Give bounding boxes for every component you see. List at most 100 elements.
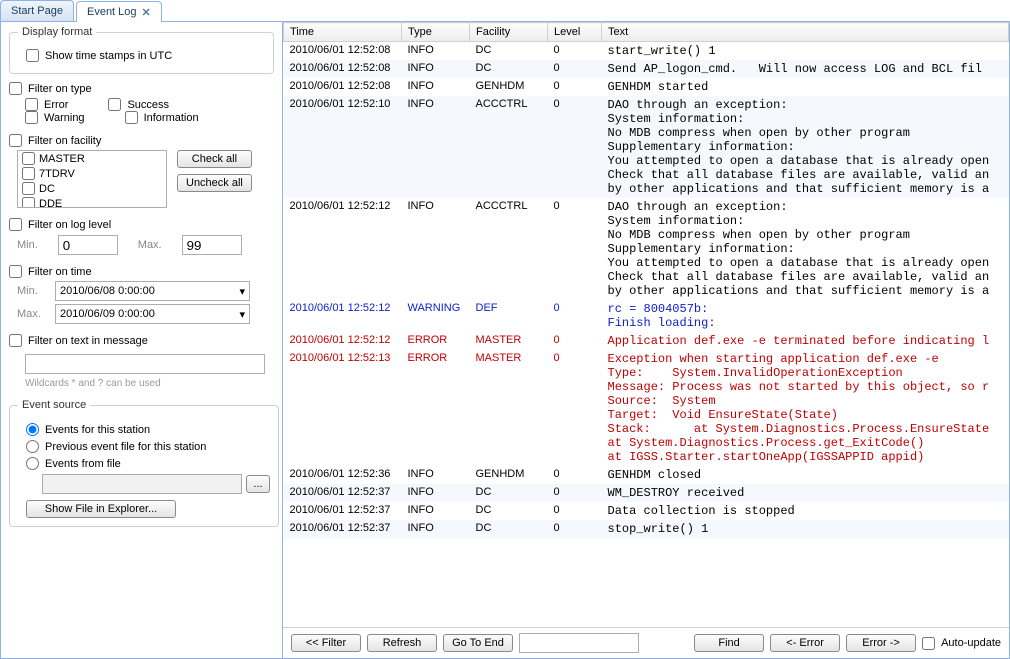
- facility-item[interactable]: DC: [18, 181, 166, 196]
- filter-text-hint: Wildcards * and ? can be used: [25, 378, 274, 389]
- level-max-input[interactable]: [182, 235, 242, 255]
- table-row[interactable]: 2010/06/01 12:52:08INFOGENHDM0GENHDM sta…: [284, 78, 1009, 96]
- table-row[interactable]: 2010/06/01 12:52:08INFODC0start_write() …: [284, 42, 1009, 61]
- col-level[interactable]: Level: [548, 23, 602, 42]
- table-row[interactable]: 2010/06/01 12:52:10INFOACCCTRL0DAO throu…: [284, 96, 1009, 198]
- facility-list[interactable]: MASTER7TDRVDC DDE: [17, 150, 167, 208]
- table-row[interactable]: 2010/06/01 12:52:08INFODC0Send AP_logon_…: [284, 60, 1009, 78]
- filter-type-title: Filter on type: [28, 83, 92, 95]
- table-row[interactable]: 2010/06/01 12:52:13ERRORMASTER0Exception…: [284, 350, 1009, 466]
- source-previous-radio[interactable]: [26, 440, 39, 453]
- cell-type: INFO: [402, 60, 470, 78]
- table-row[interactable]: 2010/06/01 12:52:12ERRORMASTER0Applicati…: [284, 332, 1009, 350]
- information-checkbox[interactable]: [125, 111, 138, 124]
- check-all-button[interactable]: Check all: [177, 150, 252, 168]
- table-row[interactable]: 2010/06/01 12:52:37INFODC0stop_write() 1: [284, 520, 1009, 538]
- cell-type: INFO: [402, 42, 470, 61]
- event-grid-scroll[interactable]: Time Type Facility Level Text 2010/06/01…: [283, 22, 1009, 627]
- information-label: Information: [144, 112, 199, 124]
- cell-text: rc = 8004057b: Finish loading:: [602, 300, 1009, 332]
- warning-checkbox[interactable]: [25, 111, 38, 124]
- filter-level-title: Filter on log level: [28, 219, 111, 231]
- level-min-input[interactable]: [58, 235, 118, 255]
- col-text[interactable]: Text: [602, 23, 1009, 42]
- time-min-input[interactable]: 2010/06/08 0:00:00 ▾: [55, 281, 250, 301]
- cell-text: Data collection is stopped: [602, 502, 1009, 520]
- facility-item-label: MASTER: [39, 153, 85, 165]
- cell-type: INFO: [402, 484, 470, 502]
- cell-time: 2010/06/01 12:52:13: [284, 350, 402, 466]
- event-grid: Time Type Facility Level Text 2010/06/01…: [283, 22, 1009, 538]
- filter-type-checkbox[interactable]: [9, 82, 22, 95]
- cell-facility: DC: [470, 484, 548, 502]
- find-button[interactable]: Find: [694, 634, 764, 652]
- cell-level: 0: [548, 350, 602, 466]
- auto-update-checkbox[interactable]: [922, 637, 935, 650]
- source-file-radio[interactable]: [26, 457, 39, 470]
- cell-text: start_write() 1: [602, 42, 1009, 61]
- filter-toggle-button[interactable]: << Filter: [291, 634, 361, 652]
- find-input[interactable]: [519, 633, 639, 653]
- tab-event-log[interactable]: Event Log ✕: [76, 1, 162, 22]
- facility-item-label: DDE: [39, 198, 62, 209]
- filter-text-checkbox[interactable]: [9, 334, 22, 347]
- table-row[interactable]: 2010/06/01 12:52:37INFODC0Data collectio…: [284, 502, 1009, 520]
- cell-type: INFO: [402, 502, 470, 520]
- cell-type: INFO: [402, 96, 470, 198]
- uncheck-all-button[interactable]: Uncheck all: [177, 174, 252, 192]
- close-icon[interactable]: ✕: [142, 6, 151, 19]
- browse-button[interactable]: ...: [246, 475, 270, 493]
- facility-item-checkbox[interactable]: [22, 182, 35, 195]
- cell-time: 2010/06/01 12:52:12: [284, 300, 402, 332]
- facility-item[interactable]: 7TDRV: [18, 166, 166, 181]
- facility-item-checkbox[interactable]: [22, 152, 35, 165]
- show-file-button[interactable]: Show File in Explorer...: [26, 500, 176, 518]
- source-file-input[interactable]: [42, 474, 242, 494]
- refresh-button[interactable]: Refresh: [367, 634, 437, 652]
- table-row[interactable]: 2010/06/01 12:52:12WARNINGDEF0rc = 80040…: [284, 300, 1009, 332]
- time-max-input[interactable]: 2010/06/09 0:00:00 ▾: [55, 304, 250, 324]
- facility-item-checkbox[interactable]: [22, 167, 35, 180]
- filter-facility-checkbox[interactable]: [9, 134, 22, 147]
- cell-text: GENHDM closed: [602, 466, 1009, 484]
- cell-text: DAO through an exception: System informa…: [602, 96, 1009, 198]
- cell-type: INFO: [402, 466, 470, 484]
- display-format-group: Display format Show time stamps in UTC: [9, 26, 274, 74]
- cell-facility: GENHDM: [470, 78, 548, 96]
- display-format-title: Display format: [18, 26, 96, 38]
- source-station-label: Events for this station: [45, 424, 150, 436]
- success-checkbox[interactable]: [108, 98, 121, 111]
- cell-time: 2010/06/01 12:52:08: [284, 78, 402, 96]
- gotoend-button[interactable]: Go To End: [443, 634, 513, 652]
- col-time[interactable]: Time: [284, 23, 402, 42]
- table-row[interactable]: 2010/06/01 12:52:12INFOACCCTRL0DAO throu…: [284, 198, 1009, 300]
- cell-level: 0: [548, 484, 602, 502]
- cell-type: ERROR: [402, 332, 470, 350]
- source-station-radio[interactable]: [26, 423, 39, 436]
- cell-facility: ACCCTRL: [470, 198, 548, 300]
- next-error-button[interactable]: Error ->: [846, 634, 916, 652]
- utc-checkbox[interactable]: [26, 49, 39, 62]
- table-row[interactable]: 2010/06/01 12:52:37INFODC0WM_DESTROY rec…: [284, 484, 1009, 502]
- cell-facility: DC: [470, 502, 548, 520]
- prev-error-button[interactable]: <- Error: [770, 634, 840, 652]
- facility-item[interactable]: DDE: [18, 196, 166, 208]
- filter-text-input[interactable]: [25, 354, 265, 374]
- cell-time: 2010/06/01 12:52:36: [284, 466, 402, 484]
- facility-item-checkbox[interactable]: [22, 197, 35, 208]
- filter-time-checkbox[interactable]: [9, 265, 22, 278]
- calendar-icon[interactable]: ▾: [239, 308, 245, 321]
- source-file-label: Events from file: [45, 458, 121, 470]
- error-label: Error: [44, 99, 68, 111]
- facility-item[interactable]: MASTER: [18, 151, 166, 166]
- tab-start-page[interactable]: Start Page: [0, 0, 74, 21]
- cell-time: 2010/06/01 12:52:08: [284, 42, 402, 61]
- level-max-label: Max.: [138, 239, 162, 251]
- col-facility[interactable]: Facility: [470, 23, 548, 42]
- table-row[interactable]: 2010/06/01 12:52:36INFOGENHDM0GENHDM clo…: [284, 466, 1009, 484]
- filter-level-checkbox[interactable]: [9, 218, 22, 231]
- error-checkbox[interactable]: [25, 98, 38, 111]
- col-type[interactable]: Type: [402, 23, 470, 42]
- calendar-icon[interactable]: ▾: [239, 285, 245, 298]
- utc-label: Show time stamps in UTC: [45, 50, 172, 62]
